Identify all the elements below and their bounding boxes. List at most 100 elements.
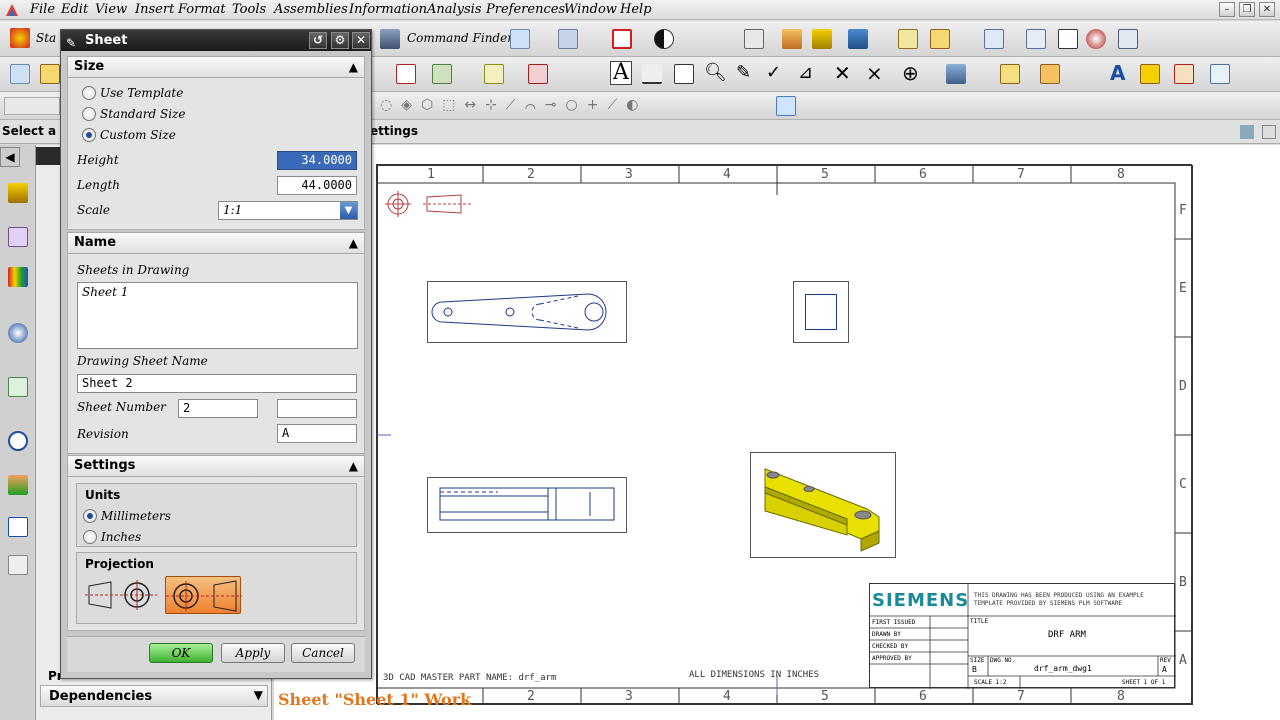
weld-icon[interactable] bbox=[1040, 64, 1060, 84]
spreadsheet-icon[interactable] bbox=[1058, 29, 1078, 49]
shaded-view-icon[interactable] bbox=[1210, 64, 1230, 84]
edit-sheet-icon[interactable] bbox=[510, 29, 530, 49]
scale-dropdown-icon[interactable]: ▼ bbox=[340, 202, 357, 219]
drawing-sheet-name-input[interactable]: Sheet 2 bbox=[77, 374, 357, 393]
dependencies-panel[interactable]: Dependencies ▼ bbox=[40, 685, 268, 707]
info-icon[interactable] bbox=[8, 323, 28, 343]
selection-filter[interactable] bbox=[4, 97, 60, 115]
maximize-pane-icon[interactable] bbox=[1262, 125, 1276, 139]
start-label[interactable]: Sta bbox=[36, 31, 56, 45]
fit-icon[interactable] bbox=[612, 29, 632, 49]
collapse-settings-icon[interactable]: ▲ bbox=[349, 456, 358, 476]
menu-format[interactable]: Format bbox=[178, 2, 226, 17]
snap-toolbar[interactable]: ◌◈⬡⬚↔⊹⟋⌒⊸○+⟋◐ bbox=[380, 97, 780, 115]
standard-size-radio[interactable] bbox=[82, 107, 96, 121]
history-icon[interactable] bbox=[8, 431, 28, 451]
pencil-icon[interactable] bbox=[930, 29, 950, 49]
orient-icon[interactable] bbox=[848, 29, 868, 49]
dialog-close-icon[interactable]: ✕ bbox=[352, 32, 370, 49]
analysis-icon[interactable] bbox=[812, 29, 832, 49]
assembly-navigator-icon[interactable] bbox=[8, 183, 28, 203]
menu-help[interactable]: Help bbox=[620, 2, 652, 17]
menu-preferences[interactable]: Preferences bbox=[486, 2, 565, 17]
drawing-sheet[interactable]: 1 2 3 4 5 6 7 8 2 3 4 5 6 7 8 F E D C B … bbox=[376, 164, 1193, 705]
layer-icon[interactable] bbox=[744, 29, 764, 49]
close-window-button[interactable]: ✕ bbox=[1259, 2, 1275, 17]
reuse-library-icon[interactable] bbox=[8, 377, 28, 397]
web-browser-icon[interactable] bbox=[8, 555, 28, 575]
side-view[interactable] bbox=[793, 281, 849, 343]
ruler-icon[interactable] bbox=[898, 29, 918, 49]
collapse-name-icon[interactable]: ▲ bbox=[349, 233, 358, 253]
zoom-icon[interactable]: 🔍︎ bbox=[704, 62, 727, 83]
reset-icon[interactable]: ↺ bbox=[309, 32, 327, 49]
break-icon[interactable] bbox=[528, 64, 548, 84]
millimeters-label[interactable]: Millimeters bbox=[101, 509, 171, 523]
open-icon[interactable] bbox=[40, 64, 60, 84]
symbol-icon[interactable] bbox=[1000, 64, 1020, 84]
table-icon[interactable] bbox=[1026, 29, 1046, 49]
label-icon[interactable] bbox=[642, 64, 662, 84]
measure-icon[interactable] bbox=[782, 29, 802, 49]
image-icon[interactable] bbox=[946, 64, 966, 84]
delete-icon[interactable]: ✕ bbox=[834, 61, 851, 85]
check-icon[interactable]: ✓ bbox=[766, 62, 781, 83]
constraint-navigator-icon[interactable] bbox=[8, 227, 28, 247]
menu-insert[interactable]: Insert bbox=[135, 2, 174, 17]
text-style-icon[interactable]: A bbox=[1110, 61, 1125, 85]
top-view[interactable] bbox=[427, 281, 627, 343]
name-section-header[interactable]: Name ▲ bbox=[67, 232, 365, 254]
settings-icon[interactable] bbox=[1140, 64, 1160, 84]
third-angle-projection-button[interactable] bbox=[165, 576, 242, 614]
menu-analysis[interactable]: Analysis bbox=[427, 2, 482, 17]
menu-tools[interactable]: Tools bbox=[232, 2, 266, 17]
sheet-number-input[interactable]: 2 bbox=[178, 399, 258, 418]
inches-radio[interactable] bbox=[83, 530, 97, 544]
start-icon[interactable] bbox=[10, 28, 30, 48]
sheets-list[interactable]: Sheet 1 bbox=[77, 282, 358, 349]
standard-size-label[interactable]: Standard Size bbox=[100, 107, 185, 121]
datum-icon[interactable] bbox=[674, 64, 694, 84]
sketch-icon[interactable]: ✎ bbox=[736, 62, 751, 83]
millimeters-radio[interactable] bbox=[83, 509, 97, 523]
minimize-button[interactable]: – bbox=[1219, 2, 1235, 17]
view-icon[interactable] bbox=[558, 29, 578, 49]
view-cube-icon[interactable] bbox=[776, 96, 796, 116]
apply-button[interactable]: Apply bbox=[221, 643, 285, 663]
inches-label[interactable]: Inches bbox=[101, 530, 141, 544]
roles-icon[interactable] bbox=[8, 475, 28, 495]
command-finder-icon[interactable] bbox=[380, 29, 400, 49]
dimension-icon[interactable]: ⊿ bbox=[798, 62, 813, 83]
help-icon[interactable] bbox=[1086, 29, 1106, 49]
length-input[interactable]: 44.0000 bbox=[277, 176, 357, 195]
window-icon[interactable] bbox=[1118, 29, 1138, 49]
menu-information[interactable]: Information bbox=[349, 2, 427, 17]
front-view[interactable] bbox=[427, 477, 627, 533]
grid-icon[interactable] bbox=[984, 29, 1004, 49]
dialog-settings-icon[interactable]: ⚙ bbox=[331, 32, 349, 49]
menu-assemblies[interactable]: Assemblies bbox=[274, 2, 348, 17]
custom-size-radio[interactable] bbox=[82, 128, 96, 142]
sheet-number-suffix-input[interactable] bbox=[277, 399, 357, 418]
display-mode-icon[interactable] bbox=[654, 29, 674, 49]
menu-window[interactable]: Window bbox=[564, 2, 617, 17]
table-edit-icon[interactable] bbox=[1174, 64, 1194, 84]
section-icon[interactable] bbox=[484, 64, 504, 84]
new-icon[interactable] bbox=[10, 64, 30, 84]
settings-section-header[interactable]: Settings ▲ bbox=[67, 455, 365, 477]
expand-icon[interactable]: ▼ bbox=[254, 688, 263, 702]
snap-icon[interactable]: ⨯ bbox=[866, 61, 883, 85]
menu-edit[interactable]: Edit bbox=[61, 2, 88, 17]
base-view-icon[interactable] bbox=[432, 64, 452, 84]
system-scenes-icon[interactable] bbox=[8, 517, 28, 537]
part-navigator-icon[interactable] bbox=[8, 267, 28, 287]
collapse-arrow-icon[interactable]: ◀ bbox=[0, 147, 20, 167]
scale-select[interactable]: 1:1 bbox=[218, 201, 358, 220]
isometric-view[interactable] bbox=[750, 452, 896, 558]
revision-input[interactable]: A bbox=[277, 424, 357, 443]
height-input[interactable]: 34.0000 bbox=[277, 151, 357, 170]
restore-button[interactable]: ❐ bbox=[1239, 2, 1255, 17]
use-template-label[interactable]: Use Template bbox=[100, 86, 183, 100]
menu-file[interactable]: File bbox=[30, 2, 55, 17]
note-icon[interactable]: A bbox=[610, 61, 632, 85]
